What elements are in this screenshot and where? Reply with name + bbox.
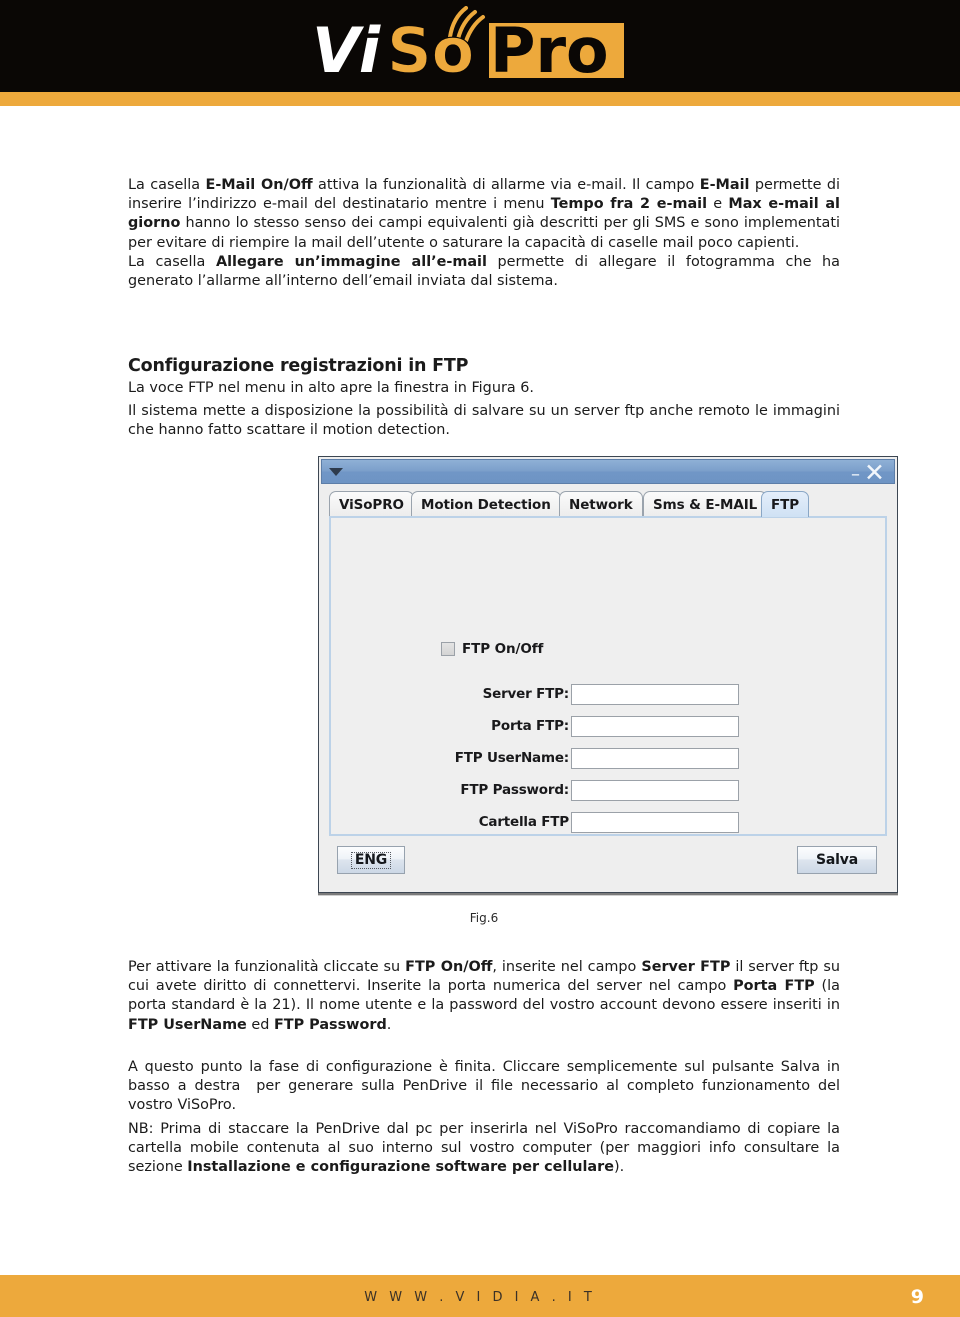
- language-button[interactable]: ENG: [337, 846, 405, 874]
- field-row-server-ftp: Server FTP:: [441, 684, 801, 705]
- field-row-cartella-ftp: Cartella FTP: [441, 812, 801, 833]
- field-row-ftp-password: FTP Password:: [441, 780, 801, 801]
- tab-network[interactable]: Network: [559, 491, 643, 517]
- tab-motion-detection[interactable]: Motion Detection: [411, 491, 561, 517]
- ftp-onoff-checkbox[interactable]: [441, 642, 455, 656]
- footer-website: W W W . V I D I A . I T: [364, 1290, 596, 1305]
- ftp-tab-panel: FTP On/Off Server FTP: Porta FTP: FTP Us…: [329, 516, 887, 836]
- paragraph-ftp-instructions: Per attivare la funzionalità cliccate su…: [128, 959, 840, 1033]
- ftp-config-window: – ✕ ViSoPRO Motion Detection Network Sms…: [318, 456, 898, 893]
- logo-text-vi: Vi: [312, 14, 381, 87]
- server-ftp-input[interactable]: [571, 684, 739, 705]
- chevron-down-icon[interactable]: [329, 468, 343, 476]
- window-titlebar: – ✕: [321, 459, 895, 485]
- label-porta-ftp: Porta FTP:: [491, 718, 569, 734]
- label-ftp-username: FTP UserName:: [454, 750, 569, 766]
- tab-bar: ViSoPRO Motion Detection Network Sms & E…: [329, 491, 889, 517]
- language-button-label: ENG: [350, 851, 392, 869]
- ftp-password-input[interactable]: [571, 780, 739, 801]
- ftp-username-input[interactable]: [571, 748, 739, 769]
- visopro-logo-svg: Vi So Pro: [312, 6, 624, 88]
- label-cartella-ftp: Cartella FTP: [478, 814, 569, 830]
- field-row-porta-ftp: Porta FTP:: [441, 716, 801, 737]
- cartella-ftp-input[interactable]: [571, 812, 739, 833]
- figure-caption: Fig.6: [469, 911, 499, 925]
- logo-text-so: So: [387, 14, 474, 87]
- label-ftp-password: FTP Password:: [460, 782, 569, 798]
- paragraph-save-instructions: A questo punto la fase di configurazione…: [128, 1059, 840, 1114]
- ftp-onoff-row[interactable]: FTP On/Off: [441, 641, 543, 657]
- porta-ftp-input[interactable]: [571, 716, 739, 737]
- minimize-button[interactable]: –: [851, 466, 860, 484]
- page-number: 9: [910, 1286, 924, 1308]
- figure-ftp-dialog: – ✕ ViSoPRO Motion Detection Network Sms…: [318, 456, 898, 893]
- close-icon[interactable]: ✕: [864, 460, 885, 485]
- field-row-ftp-username: FTP UserName:: [441, 748, 801, 769]
- paragraph-ftp-menu: La voce FTP nel menu in alto apre la fin…: [128, 380, 534, 396]
- ftp-onoff-label: FTP On/Off: [462, 641, 544, 657]
- logo-text-pro: Pro: [490, 14, 609, 87]
- paragraph-ftp-intro: Il sistema mette a disposizione la possi…: [128, 403, 840, 439]
- visopro-logo: Vi So Pro: [300, 6, 660, 92]
- header-accent-rule: [0, 92, 960, 106]
- section-heading-ftp: Configurazione registrazioni in FTP: [128, 356, 469, 376]
- save-button[interactable]: Salva: [797, 846, 877, 874]
- tab-visopro[interactable]: ViSoPRO: [329, 491, 414, 517]
- tab-sms-email[interactable]: Sms & E-MAIL: [643, 491, 768, 517]
- label-server-ftp: Server FTP:: [482, 686, 570, 702]
- paragraph-pendrive-note: NB: Prima di staccare la PenDrive dal pc…: [128, 1121, 840, 1176]
- tab-ftp[interactable]: FTP: [761, 491, 810, 517]
- paragraph-email-description: La casella E-Mail On/Off attiva la funzi…: [128, 177, 841, 290]
